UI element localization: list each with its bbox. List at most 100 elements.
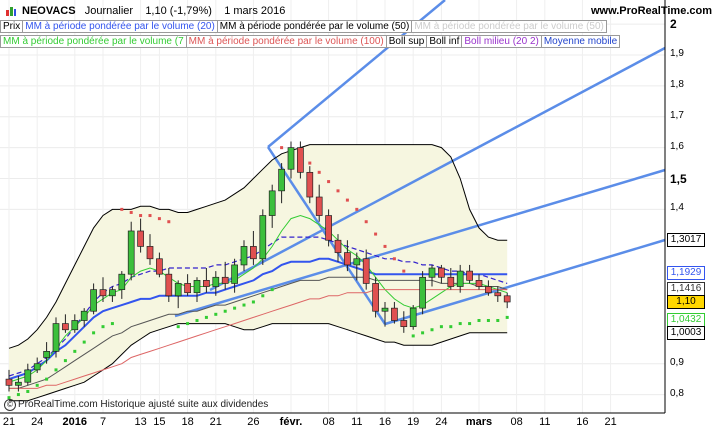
- candle-body: [259, 215, 267, 260]
- sar-dot: [308, 161, 312, 165]
- value-box: 1,1929: [667, 266, 705, 281]
- candle-body: [372, 283, 379, 312]
- legend-item[interactable]: MM à période pondérée par le volume (50): [411, 20, 607, 33]
- candle-body: [381, 307, 389, 312]
- x-tick-label: 16: [378, 416, 392, 428]
- legend-item[interactable]: Boll inf: [426, 35, 463, 48]
- candle-body: [184, 283, 191, 294]
- candle-body: [485, 286, 492, 294]
- candle-body: [250, 246, 257, 260]
- y-tick-label: 0,8: [670, 387, 684, 399]
- site-url[interactable]: www.ProRealTime.com: [591, 5, 712, 17]
- sar-dot: [139, 214, 143, 218]
- chart-canvas: [0, 0, 666, 414]
- x-tick-label: 08: [322, 416, 335, 428]
- sar-dot: [336, 189, 340, 193]
- legend-item[interactable]: Moyenne mobile: [540, 35, 621, 48]
- x-tick-label: 7: [99, 416, 107, 428]
- candle-body: [419, 276, 426, 309]
- candle-body: [494, 292, 502, 297]
- sar-dot: [101, 325, 105, 329]
- candle-body: [174, 283, 182, 297]
- candle-body: [109, 289, 116, 297]
- candle-body: [231, 264, 238, 284]
- x-tick-label: 16: [576, 416, 589, 428]
- candle-body: [90, 289, 97, 312]
- candle-body: [212, 276, 220, 287]
- candle-body: [353, 258, 361, 266]
- x-tick-label: 24: [435, 416, 448, 428]
- x-tick-label: 08: [510, 416, 523, 428]
- candle-body: [391, 307, 398, 321]
- legend-item[interactable]: MM à période pondérée par le volume (20): [22, 20, 218, 33]
- footer-note: © ProRealTime.com Historique ajusté suite…: [4, 399, 268, 411]
- candle-body: [297, 147, 304, 173]
- candle-body: [325, 215, 332, 241]
- candle-body: [43, 351, 50, 358]
- sar-dot: [242, 303, 246, 307]
- sar-dot: [486, 318, 490, 322]
- candle-body: [146, 246, 154, 260]
- sar-dot: [110, 322, 114, 326]
- value-box: 1,10: [667, 294, 705, 309]
- value-box: 1,0003: [667, 325, 705, 340]
- sar-dot: [233, 306, 237, 310]
- legend-item[interactable]: MM à période pondérée par le volume (50): [216, 20, 413, 33]
- candle-body: [52, 323, 60, 352]
- footer-text: ProRealTime.com Historique ajusté suite …: [18, 399, 269, 410]
- legend-item[interactable]: MM à période pondérée par le volume (100…: [185, 35, 387, 48]
- candle-body: [438, 267, 445, 278]
- candle-body: [278, 168, 285, 192]
- candle-body: [503, 295, 511, 303]
- candle-body: [447, 276, 455, 287]
- sar-dot: [496, 318, 500, 322]
- candle-body: [203, 280, 210, 287]
- candle-body: [315, 196, 323, 216]
- value-box: 1,0432: [667, 312, 705, 327]
- sar-dot: [439, 325, 443, 329]
- sar-dot: [214, 312, 218, 316]
- y-tick-label: 1,6: [670, 140, 684, 152]
- period: Journalier: [84, 5, 134, 17]
- candle-body: [80, 310, 88, 321]
- sar-dot: [73, 349, 77, 353]
- sar-dot: [204, 315, 208, 319]
- y-tick-label: 1,9: [670, 48, 684, 60]
- sar-dot: [270, 288, 274, 292]
- x-tick-label: 26: [247, 416, 260, 428]
- candle-body: [15, 381, 22, 386]
- x-tick-label: 24: [31, 416, 44, 428]
- sar-dot: [374, 232, 378, 236]
- legend-item[interactable]: Boll sup: [385, 35, 428, 48]
- candle-body: [127, 230, 135, 275]
- sar-dot: [345, 198, 349, 202]
- x-tick-label: 15: [153, 416, 166, 428]
- symbol: NEOVACS: [22, 5, 76, 17]
- prorealtime-logo-icon: [5, 4, 17, 16]
- sar-dot: [35, 383, 39, 387]
- x-tick-label: mars: [465, 416, 493, 428]
- value-box: 1,3017: [667, 232, 705, 247]
- legend-item[interactable]: MM à période pondérée par le volume (7: [0, 35, 187, 48]
- sar-dot: [129, 210, 133, 214]
- candle-body: [456, 270, 464, 287]
- candle-body: [118, 273, 126, 290]
- sar-dot: [477, 318, 481, 322]
- x-tick-label: 11: [351, 416, 363, 428]
- candle-body: [268, 190, 276, 216]
- x-tick-label: 2016: [62, 416, 88, 428]
- quote-date: 1 mars 2016: [224, 5, 286, 17]
- legend-row-1: Prix MM à période pondérée par le volume …: [0, 20, 607, 33]
- sar-dot: [392, 257, 396, 261]
- candle-body: [33, 363, 41, 371]
- sar-dot: [186, 322, 190, 326]
- candle-body: [466, 270, 473, 281]
- sar-dot: [120, 207, 124, 211]
- sar-dot: [148, 214, 152, 218]
- sar-dot: [251, 300, 255, 304]
- legend-item[interactable]: Boll milieu (20 2): [461, 35, 542, 48]
- candle-body: [400, 320, 408, 328]
- candle-body: [5, 378, 13, 386]
- legend-item[interactable]: Prix: [0, 20, 24, 33]
- x-tick-label: 18: [181, 416, 194, 428]
